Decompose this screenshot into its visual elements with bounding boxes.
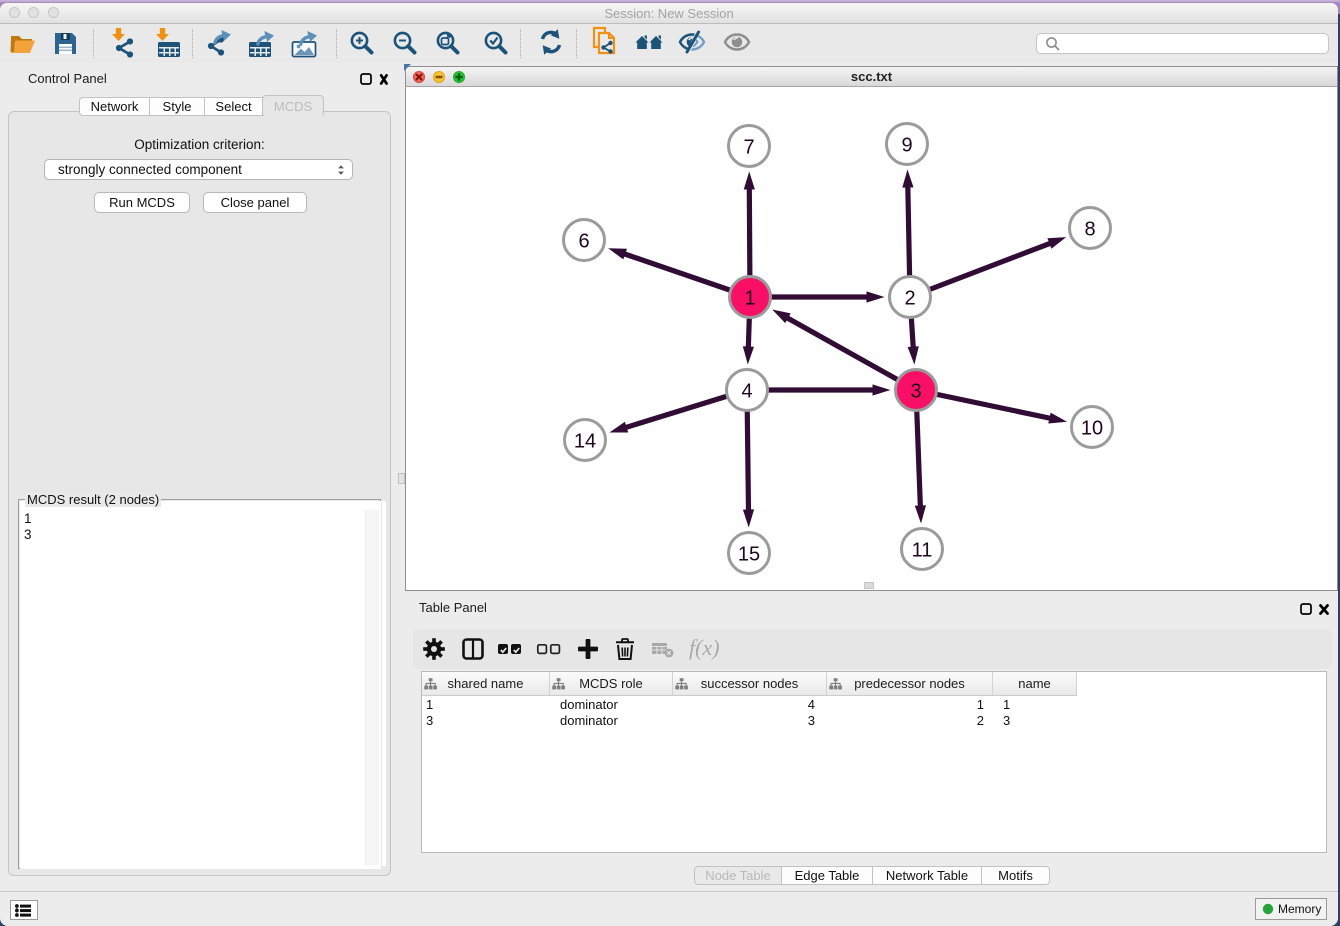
svg-text:10: 10 (1081, 418, 1103, 440)
svg-text:7: 7 (743, 137, 754, 159)
svg-text:4: 4 (741, 381, 752, 403)
svg-text:6: 6 (578, 231, 589, 253)
svg-text:14: 14 (574, 431, 596, 453)
svg-text:15: 15 (738, 544, 760, 566)
svg-text:1: 1 (744, 288, 755, 310)
svg-text:8: 8 (1084, 219, 1095, 241)
svg-text:2: 2 (904, 288, 915, 310)
svg-text:11: 11 (912, 540, 933, 562)
svg-text:3: 3 (910, 381, 921, 403)
svg-text:9: 9 (901, 135, 912, 157)
